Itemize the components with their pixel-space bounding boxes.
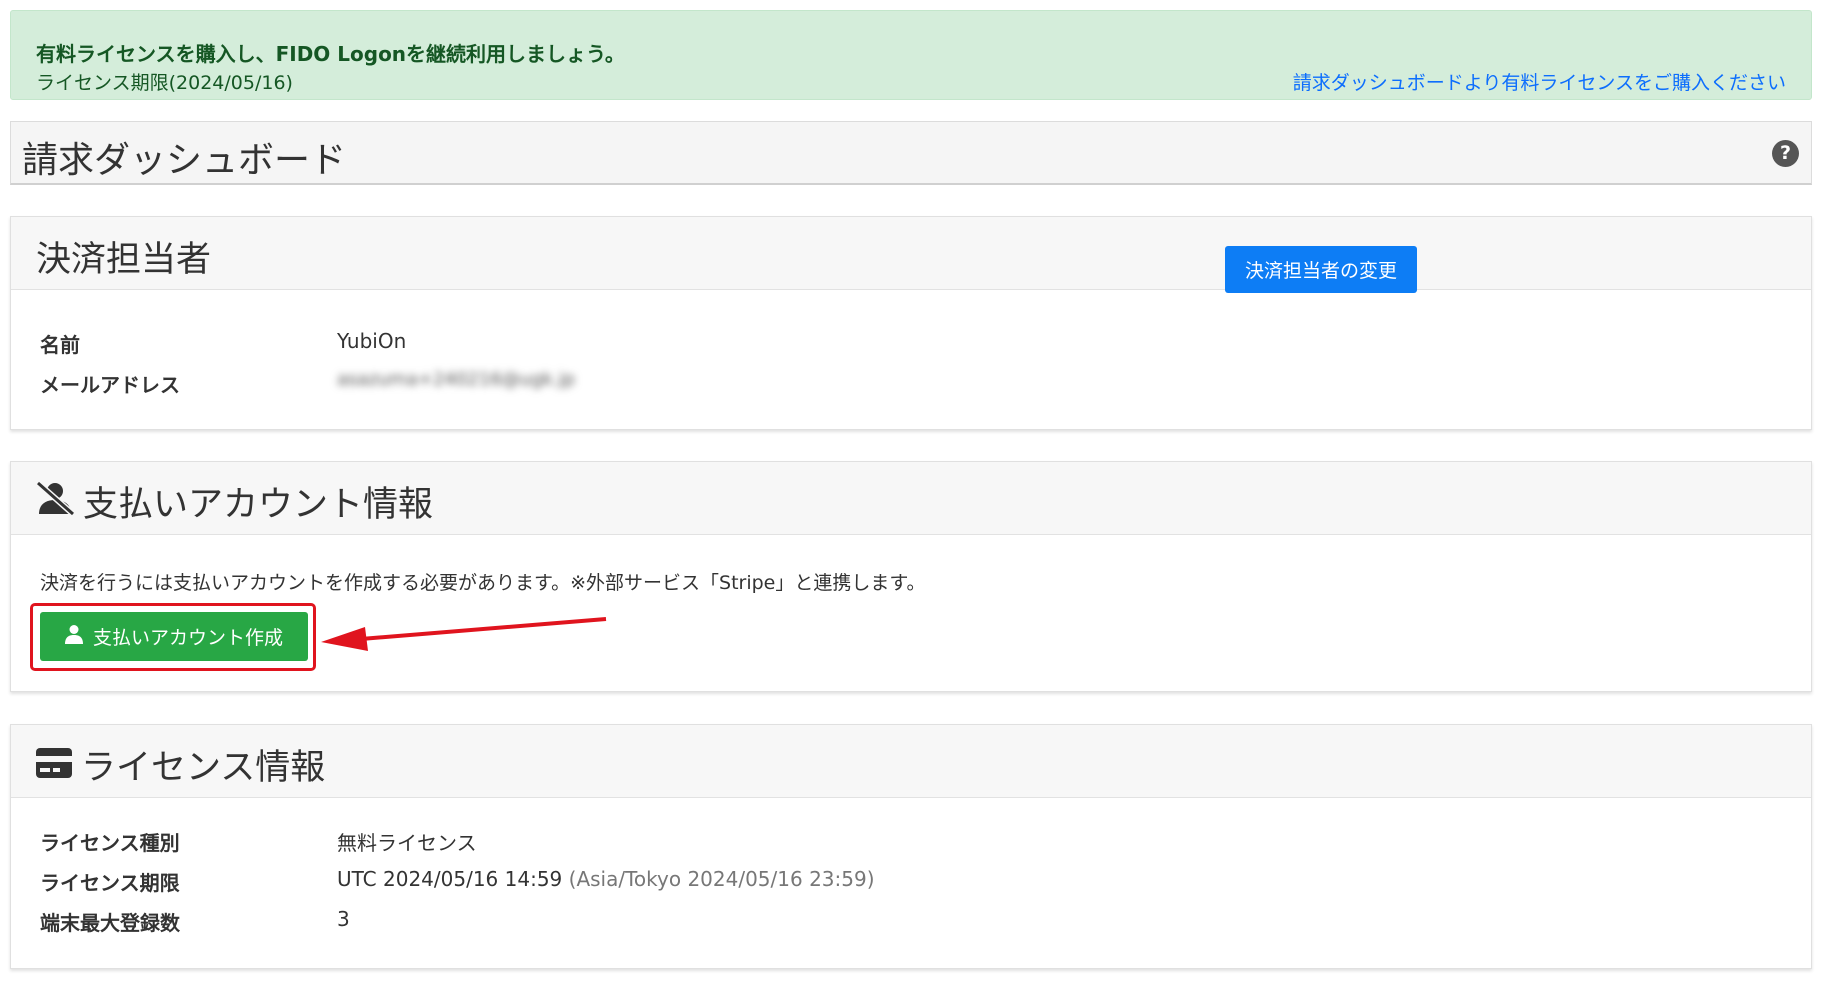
change-payer-button[interactable]: 決済担当者の変更 <box>1225 246 1417 293</box>
payment-account-panel-header: 支払いアカウント情報 <box>11 462 1811 535</box>
alert-license-expiry: ライセンス期限(2024/05/16) <box>36 72 293 94</box>
user-icon <box>64 624 83 649</box>
license-type-label: ライセンス種別 <box>40 831 180 855</box>
credit-card-icon <box>36 748 72 782</box>
alert-title: 有料ライセンスを購入し、FIDO Logonを継続利用しましょう。 <box>36 42 625 66</box>
max-devices-value: 3 <box>337 907 350 931</box>
payment-account-description: 決済を行うには支払いアカウントを作成する必要があります。※外部サービス「Stri… <box>40 572 926 594</box>
license-expiry-local: (Asia/Tokyo 2024/05/16 23:59) <box>562 867 875 891</box>
create-payment-account-label: 支払いアカウント作成 <box>92 627 283 649</box>
license-alert: 有料ライセンスを購入し、FIDO Logonを継続利用しましょう。 ライセンス期… <box>10 10 1812 100</box>
user-slash-icon <box>35 480 77 520</box>
email-value: asazuma+240216@ugk.jp <box>337 369 576 390</box>
name-value: YubiOn <box>337 329 407 353</box>
license-panel-header: ライセンス情報 <box>11 725 1811 798</box>
license-panel-title: ライセンス情報 <box>81 748 326 788</box>
help-icon[interactable]: ? <box>1772 140 1799 167</box>
max-devices-label: 端末最大登録数 <box>40 911 180 935</box>
name-label: 名前 <box>40 333 80 357</box>
payer-panel-title: 決済担当者 <box>36 240 212 280</box>
page-header: 請求ダッシュボード ? <box>10 121 1812 185</box>
red-arrow-annotation <box>321 615 611 659</box>
purchase-license-link[interactable]: 請求ダッシュボードより有料ライセンスをご購入ください <box>1293 68 1786 95</box>
create-payment-account-button[interactable]: 支払いアカウント作成 <box>40 612 308 661</box>
payer-panel: 決済担当者 名前 YubiOn メールアドレス asazuma+240216@u… <box>10 216 1812 430</box>
page-title: 請求ダッシュボード <box>22 140 347 181</box>
license-expiry-value: UTC 2024/05/16 14:59 (Asia/Tokyo 2024/05… <box>337 867 875 891</box>
email-label: メールアドレス <box>40 373 180 397</box>
license-panel: ライセンス情報 ライセンス種別 無料ライセンス ライセンス期限 UTC 2024… <box>10 724 1812 969</box>
payment-account-panel-title: 支払いアカウント情報 <box>83 485 434 525</box>
license-expiry-label: ライセンス期限 <box>40 871 180 895</box>
license-expiry-utc: UTC 2024/05/16 14:59 <box>337 867 563 891</box>
payer-panel-header: 決済担当者 <box>11 217 1811 290</box>
payment-account-panel: 支払いアカウント情報 決済を行うには支払いアカウントを作成する必要があります。※… <box>10 461 1812 692</box>
license-type-value: 無料ライセンス <box>337 831 477 855</box>
